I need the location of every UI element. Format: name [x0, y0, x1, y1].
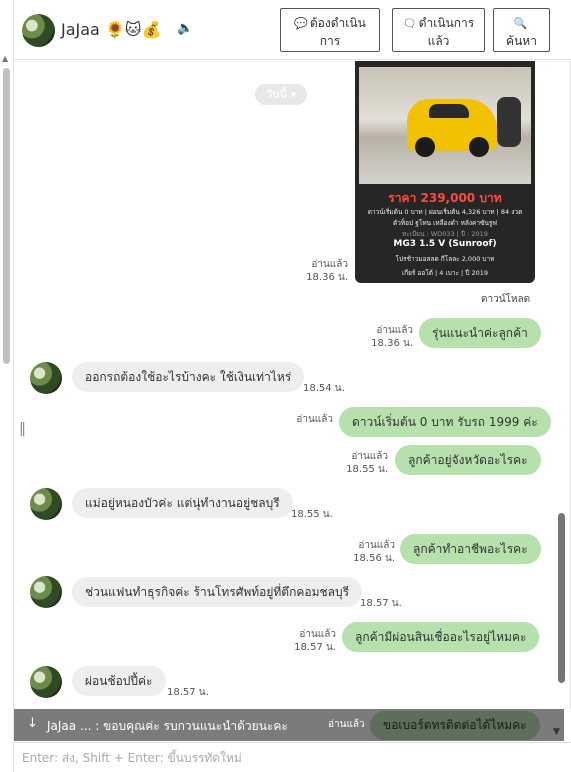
read-status-text: อ่านแล้ว	[296, 414, 333, 425]
card-line-2: ตัวท็อป ฐโทน เหลืองดำ หลังคาซันรูฟ	[392, 219, 498, 227]
car-wheel-front	[415, 137, 435, 157]
message-bubble-out[interactable]: ลูกค้าอยู่จังหวัดอะไรคะ	[395, 445, 541, 475]
contact-avatar-small[interactable]	[30, 666, 62, 698]
check-chat-icon: 🗨	[402, 17, 417, 30]
search-label: ค้นหา	[506, 33, 537, 48]
message-bubble-in[interactable]: แม่อยู่หนองบัวค่ะ แต่นุ่ทำงานอยู่ชลบุรี	[72, 488, 293, 518]
message-meta: อ่านแล้ว 18.36 น.	[369, 324, 413, 350]
car-image-card[interactable]: ราคา 239,000 บาท ดาวน์เริ่มต้น 0 บาท | ผ…	[355, 61, 535, 283]
yellow-car	[407, 99, 497, 157]
card-line-3: ทะเบียน : WD033 | ปี : 2019	[402, 230, 488, 238]
message-bubble-out[interactable]: รุ่นแนะนำค่ะลูกค้า	[419, 318, 541, 348]
contact-avatar[interactable]	[22, 14, 55, 47]
message-bubble-out[interactable]: ลูกค้าทำอาชีพอะไรคะ	[400, 534, 541, 564]
chat-app: ▲ JaJaa 🌻🐱💰 🔈 💬 ต้องดำเนิน การ 🗨 ดำเนินการ…	[0, 0, 571, 772]
car-photo	[359, 67, 531, 184]
car-wheel-rear	[469, 137, 489, 157]
message-bubble-in[interactable]: ช่วนแฟนทำธุรกิจค่ะ ร้านโทรศัพท์อยู่ที่ตึ…	[72, 577, 363, 607]
message-time: 18.56 น.	[353, 553, 395, 564]
scroll-up-arrow-icon[interactable]: ▲	[2, 54, 8, 63]
message-time: 18.57 น.	[360, 598, 402, 609]
chat-header: JaJaa 🌻🐱💰 🔈 💬 ต้องดำเนิน การ 🗨 ดำเนินการ แ…	[14, 0, 571, 60]
car-windshield	[429, 104, 469, 118]
message-time: 18.57 น.	[167, 687, 209, 698]
message-time: 18.55 น.	[291, 509, 333, 520]
search-icon: 🔍	[513, 17, 528, 30]
contact-avatar-small[interactable]	[30, 576, 62, 608]
new-message-banner[interactable]: ↓ JaJaa ... : ขอบคุณค่ะ รบกวนแนะนำด้วยนะ…	[14, 709, 564, 741]
done-label-2: แล้ว	[427, 33, 450, 48]
arrow-down-icon[interactable]: ↓	[27, 716, 38, 731]
message-composer	[14, 742, 571, 772]
card-read-status: อ่านแล้ว 18.36 น.	[304, 258, 348, 284]
card-model: MG3 1.5 V (Sunroof)	[393, 239, 497, 249]
outer-scrollbar-thumb[interactable]	[3, 68, 10, 364]
search-button[interactable]: 🔍 ค้นหา	[493, 8, 550, 52]
message-input[interactable]	[14, 743, 571, 772]
message-bubble-in[interactable]: ออกรถต้องใช้อะไรบ้างคะ ใช้เงินเท่าไหร่	[72, 362, 305, 392]
contact-avatar-small[interactable]	[30, 362, 62, 394]
message-time: 18.55 น.	[346, 464, 388, 475]
message-meta: อ่านแล้ว 18.57 น.	[292, 628, 336, 654]
read-status: อ่านแล้ว	[358, 540, 395, 551]
read-status: อ่านแล้ว	[289, 413, 333, 426]
contact-name[interactable]: JaJaa 🌻🐱💰	[61, 20, 161, 39]
card-price: ราคา 239,000 บาท	[388, 191, 502, 205]
todo-button[interactable]: 💬 ต้องดำเนิน การ	[280, 8, 380, 52]
contact-avatar-small[interactable]	[30, 488, 62, 520]
message-time: 18.57 น.	[294, 642, 336, 653]
download-link[interactable]: ดาวน์โหลด	[481, 292, 530, 307]
chat-scrollbar-thumb[interactable]	[558, 513, 565, 683]
message-meta: อ่านแล้ว 18.55 น.	[344, 450, 388, 476]
banner-read-status: อ่านแล้ว	[328, 719, 365, 730]
card-read: อ่านแล้ว	[311, 259, 348, 270]
card-line-5: เกียร์ ออโต้ | 4 เบาะ | ปี 2019	[401, 269, 489, 277]
done-label-1: ดำเนินการ	[418, 15, 475, 30]
todo-label-2: การ	[319, 33, 341, 48]
banner-message-bubble: ขอเบอร์ตทรติดต่อได้ไหมคะ	[370, 711, 540, 740]
message-bubble-out[interactable]: ลูกค้ามีผ่อนสินเชื่ออะไรอยู่ไหมคะ	[342, 622, 540, 652]
scroll-down-arrow-icon[interactable]: ▼	[553, 727, 560, 737]
done-button[interactable]: 🗨 ดำเนินการ แล้ว	[392, 8, 485, 52]
date-chip-label: วันนี้	[266, 88, 288, 101]
read-status: อ่านแล้ว	[351, 451, 388, 462]
message-meta: อ่านแล้ว 18.56 น.	[351, 539, 395, 565]
message-time: 18.36 น.	[371, 338, 413, 349]
drag-handle-icon[interactable]: ‖	[19, 421, 26, 437]
message-time: 18.54 น.	[303, 383, 345, 394]
message-bubble-out[interactable]: ดาวน์เริ่มต้น 0 บาท รับรถ 1999 ค่ะ	[339, 407, 551, 437]
card-line-1: ดาวน์เริ่มต้น 0 บาท | ผ่อนเริ่มต้น 4,326…	[367, 208, 523, 216]
banner-text: JaJaa ... : ขอบคุณค่ะ รบกวนแนะนำด้วยนะคะ	[47, 719, 288, 733]
todo-label-1: ต้องดำเนิน	[309, 15, 366, 30]
speaker-icon[interactable]: 🔈	[177, 21, 193, 36]
outer-scroll-area: ▲	[0, 0, 14, 772]
message-bubble-in[interactable]: ผ่อนช้อปปี้ค่ะ	[72, 666, 166, 696]
date-chip[interactable]: วันนี้ ▾	[255, 84, 308, 105]
read-status: อ่านแล้ว	[376, 325, 413, 336]
tire-stack	[497, 97, 521, 147]
card-line-4: โปรช้าวมอลลด กีโลละ 2,000 บาท	[395, 255, 495, 263]
card-time: 18.36 น.	[306, 272, 348, 283]
chat-bubble-icon: 💬	[294, 17, 308, 30]
message-list[interactable]: ‖ วันนี้ ▾ ราคา 239,000 บาท ดาวน์เริ่มต้…	[14, 61, 571, 709]
read-status: อ่านแล้ว	[299, 629, 336, 640]
